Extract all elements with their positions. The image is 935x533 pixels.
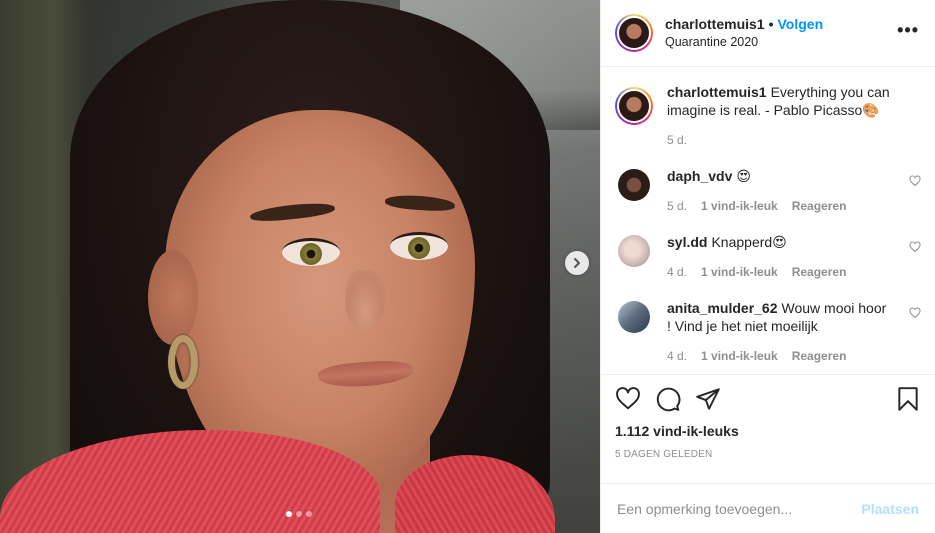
post-comment-button[interactable]: Plaatsen [861,501,919,517]
comment-time[interactable]: 4 d. [667,347,687,365]
photo-eye [282,238,340,266]
post-timestamp[interactable]: 5 DAGEN GELEDEN [615,449,921,460]
caption-time[interactable]: 5 d. [667,131,687,149]
comment-heart-icon[interactable] [909,241,921,253]
carousel-next-button[interactable] [565,251,589,275]
commenter-avatar[interactable] [618,169,650,201]
carousel-dot [296,511,302,517]
comment-item: syl.dd Knapperd😍 4 d. 1 vind-ik-leuk Reag… [615,233,921,281]
comment-likes[interactable]: 1 vind-ik-leuk [701,263,778,281]
comment-item: daph_vdv 😍 5 d. 1 vind-ik-leuk Reageren [615,167,921,215]
author-username[interactable]: charlottemuis1 [665,16,765,33]
photo-ear [148,250,198,345]
comment-username[interactable]: daph_vdv [667,168,732,184]
comment-time[interactable]: 4 d. [667,263,687,281]
comment-time[interactable]: 5 d. [667,197,687,215]
author-avatar[interactable] [615,14,653,52]
comment-input[interactable] [617,500,862,517]
carousel-dot-active [286,511,292,517]
carousel-dot [306,511,312,517]
post-photo[interactable] [0,0,600,533]
post-location[interactable]: Quarantine 2020 [665,34,897,51]
heart-icon[interactable] [615,386,641,412]
commenter-avatar[interactable] [618,301,650,333]
instagram-post: charlottemuis1 • Volgen Quarantine 2020 … [0,0,935,533]
photo-earring [168,335,198,389]
comment-text: Knapperd😍 [711,234,787,250]
add-comment-bar: Plaatsen [601,483,935,533]
comment-likes[interactable]: 1 vind-ik-leuk [701,347,778,365]
comment-username[interactable]: syl.dd [667,234,707,250]
comment-heart-icon[interactable] [909,307,921,319]
paper-plane-icon[interactable] [695,386,721,412]
separator-dot: • [768,15,774,32]
comments-list[interactable]: charlottemuis1 Everything you can imagine… [601,67,935,374]
carousel-indicator [286,511,312,517]
comment-likes[interactable]: 1 vind-ik-leuk [701,197,778,215]
post-sidebar: charlottemuis1 • Volgen Quarantine 2020 … [600,0,935,533]
reply-button[interactable]: Reageren [792,263,847,281]
post-actions: 1.112 vind-ik-leuks 5 DAGEN GELEDEN [601,374,935,483]
caption-username[interactable]: charlottemuis1 [667,84,767,100]
chevron-right-icon [574,258,580,268]
comment-text: 😍 [736,168,751,184]
photo-nose [345,270,385,330]
comment-heart-icon[interactable] [909,175,921,187]
reply-button[interactable]: Reageren [792,197,847,215]
commenter-avatar[interactable] [618,235,650,267]
post-header: charlottemuis1 • Volgen Quarantine 2020 … [601,0,935,67]
bookmark-icon[interactable] [895,386,921,412]
reply-button[interactable]: Reageren [792,347,847,365]
photo-eye [390,232,448,260]
comment-username[interactable]: anita_mulder_62 [667,300,778,316]
comment-item: anita_mulder_62 Wouw mooi hoor ! Vind je … [615,299,921,365]
caption-avatar[interactable] [615,87,653,125]
follow-button[interactable]: Volgen [778,16,824,33]
likes-count[interactable]: 1.112 vind-ik-leuks [615,423,921,439]
comment-icon[interactable] [655,386,681,412]
more-options-icon[interactable]: ••• [897,21,919,41]
post-caption: charlottemuis1 Everything you can imagine… [615,83,921,149]
